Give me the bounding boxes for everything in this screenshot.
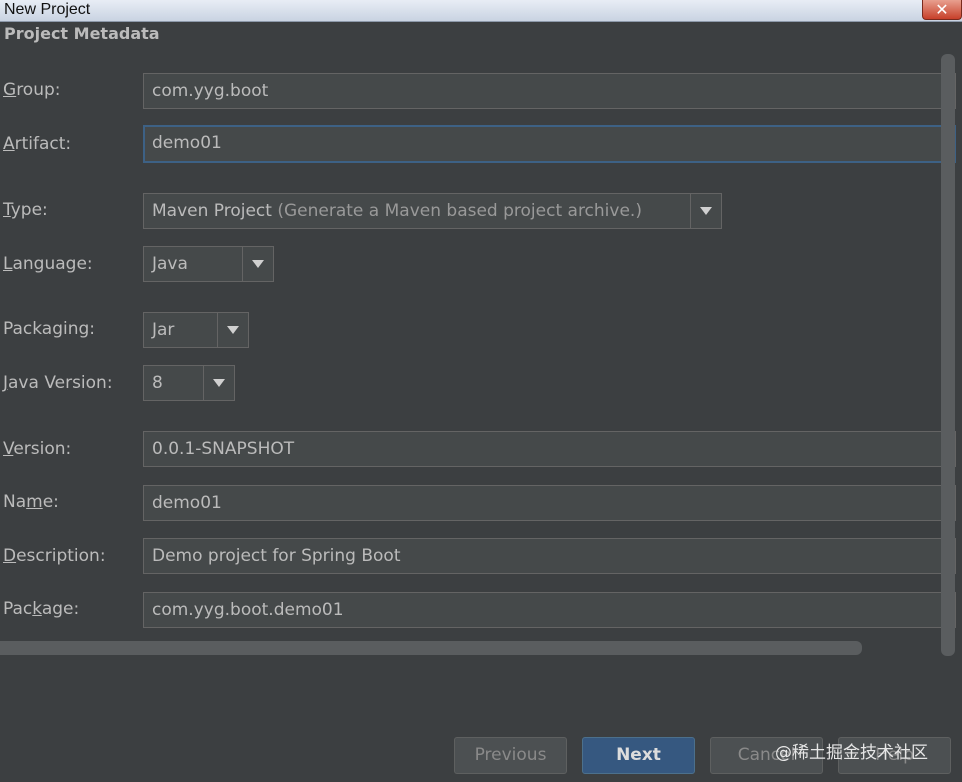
title-bar: New Project ✕ bbox=[0, 0, 962, 22]
previous-button[interactable]: Previous bbox=[454, 737, 567, 774]
version-label: Version: bbox=[3, 439, 72, 459]
description-field[interactable]: Demo project for Spring Boot bbox=[143, 538, 956, 574]
section-title: Project Metadata bbox=[4, 24, 160, 43]
chevron-down-icon bbox=[700, 207, 712, 215]
java-version-dropdown-arrow[interactable] bbox=[203, 366, 234, 400]
packaging-dropdown-arrow[interactable] bbox=[217, 313, 248, 347]
window-title: New Project bbox=[4, 1, 91, 18]
name-field[interactable]: demo01 bbox=[143, 485, 956, 521]
packaging-label: Packaging: bbox=[3, 319, 96, 339]
type-value: Maven Project bbox=[152, 201, 272, 221]
packaging-value: Jar bbox=[152, 320, 175, 340]
description-label: Description: bbox=[3, 546, 106, 566]
next-button[interactable]: Next bbox=[582, 737, 695, 774]
chevron-down-icon bbox=[227, 326, 239, 334]
name-label: Name: bbox=[3, 492, 59, 512]
type-combobox[interactable]: Maven Project (Generate a Maven based pr… bbox=[143, 193, 722, 229]
language-value: Java bbox=[152, 254, 188, 274]
type-dropdown-arrow[interactable] bbox=[690, 194, 721, 228]
group-field[interactable]: com.yyg.boot bbox=[143, 73, 956, 109]
close-icon: ✕ bbox=[935, 0, 949, 19]
horizontal-scrollbar[interactable] bbox=[0, 641, 862, 655]
chevron-down-icon bbox=[252, 260, 264, 268]
chevron-down-icon bbox=[213, 379, 225, 387]
java-version-label: Java Version: bbox=[3, 373, 113, 393]
version-field[interactable]: 0.0.1-SNAPSHOT bbox=[143, 431, 956, 467]
artifact-field[interactable]: demo01 bbox=[143, 125, 956, 163]
packaging-combobox[interactable]: Jar bbox=[143, 312, 249, 348]
java-version-combobox[interactable]: 8 bbox=[143, 365, 235, 401]
language-label: Language: bbox=[3, 254, 93, 274]
language-combobox[interactable]: Java bbox=[143, 246, 274, 282]
type-hint: (Generate a Maven based project archive.… bbox=[277, 201, 642, 221]
close-button[interactable]: ✕ bbox=[922, 0, 962, 20]
package-field[interactable]: com.yyg.boot.demo01 bbox=[143, 592, 956, 628]
watermark: @稀土掘金技术社区 bbox=[775, 743, 928, 763]
type-label: Type: bbox=[3, 200, 48, 220]
vertical-scrollbar[interactable] bbox=[941, 54, 955, 656]
package-label: Package: bbox=[3, 599, 80, 619]
java-version-value: 8 bbox=[152, 373, 163, 393]
group-label: Group: bbox=[3, 80, 61, 100]
language-dropdown-arrow[interactable] bbox=[242, 247, 273, 281]
artifact-label: Artifact: bbox=[3, 134, 72, 154]
